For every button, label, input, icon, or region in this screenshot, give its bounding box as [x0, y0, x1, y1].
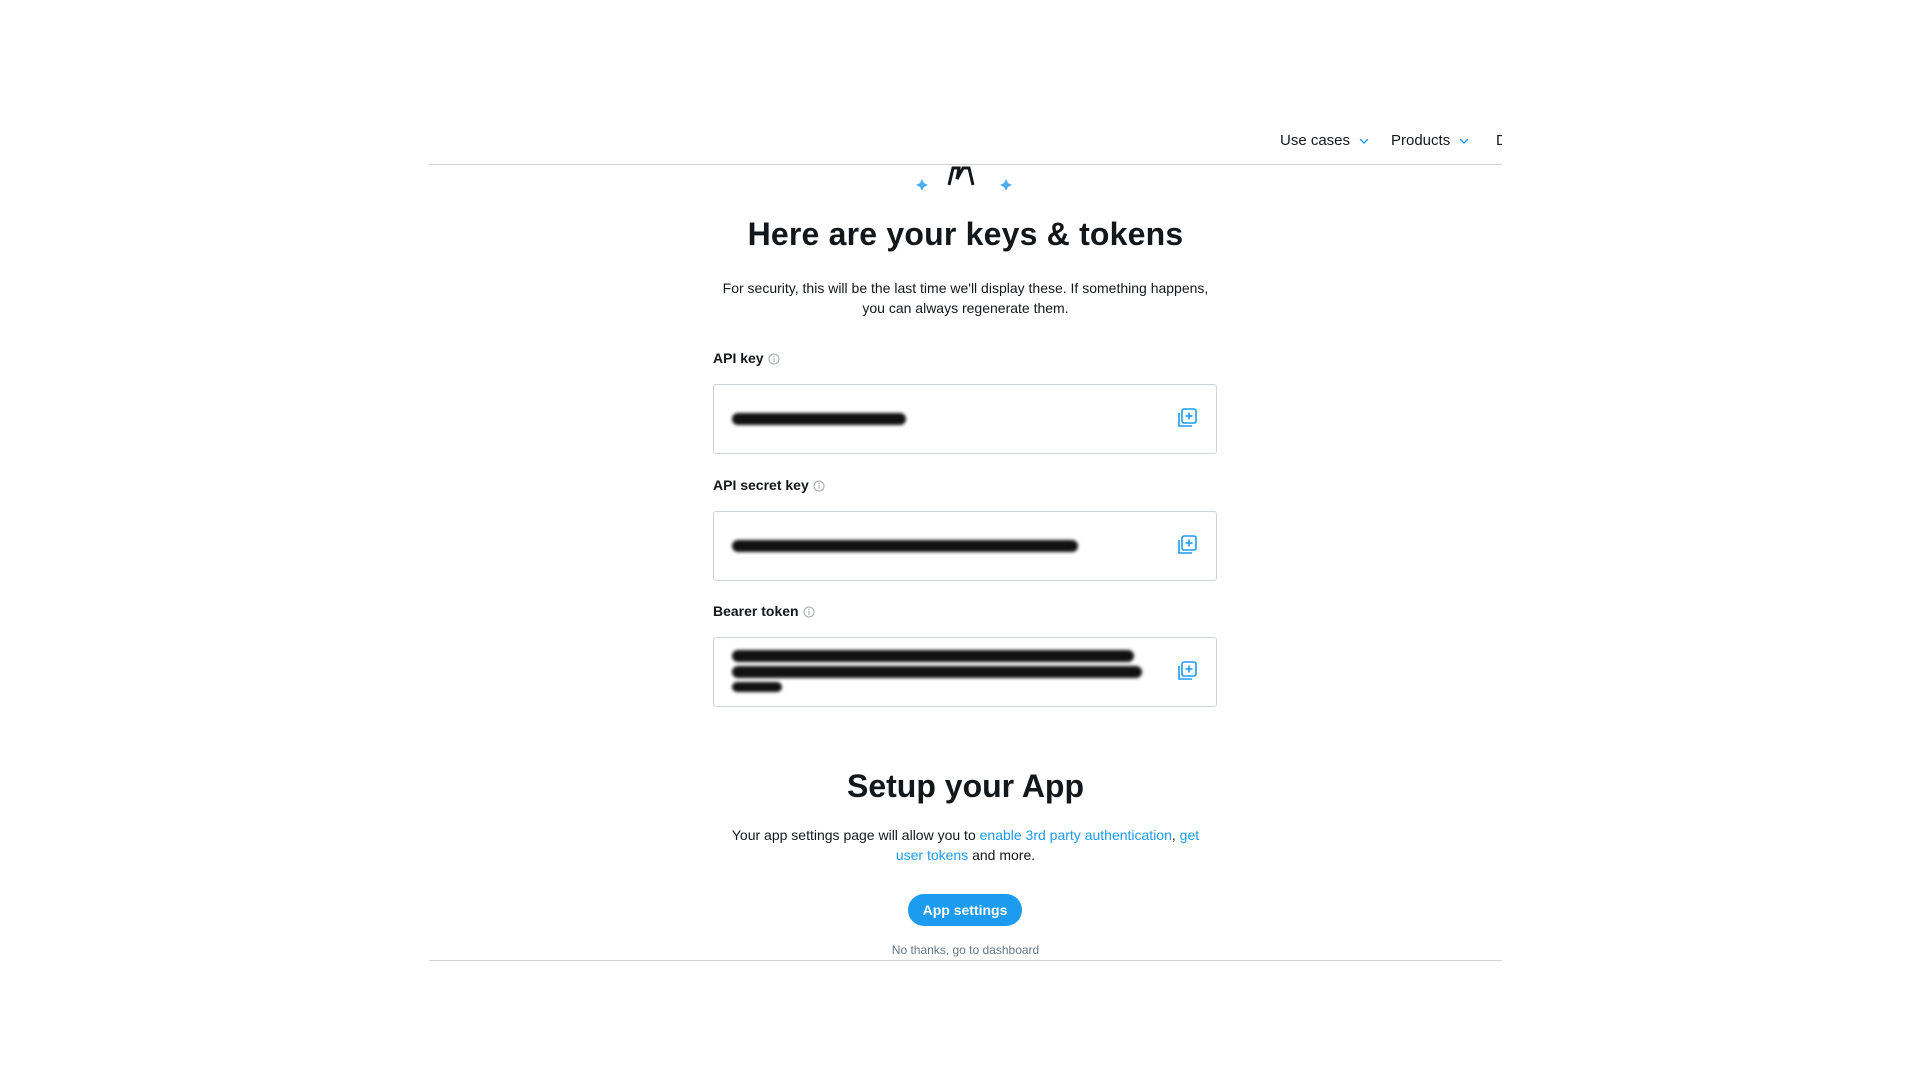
api-secret-key-label-text: API secret key: [713, 477, 809, 493]
sparkle-icon: [916, 179, 928, 190]
get-user-tokens-link-part1[interactable]: get: [1180, 827, 1199, 843]
keys-illustration: [429, 165, 1502, 190]
bearer-token-redaction-line: [732, 682, 782, 692]
nav-docs-label: D: [1496, 131, 1502, 149]
keys-subtitle-line2: you can always regenerate them.: [862, 300, 1069, 316]
info-icon[interactable]: [813, 479, 825, 492]
copy-icon[interactable]: [1176, 407, 1198, 429]
nav-use-cases-label: Use cases: [1280, 131, 1351, 149]
api-secret-key-value: [732, 540, 1078, 552]
setup-text-before: Your app settings page will allow you to: [731, 827, 980, 843]
dashboard-link[interactable]: No thanks, go to dashboard: [429, 943, 1502, 957]
setup-description: Your app settings page will allow you to…: [429, 825, 1502, 865]
keys-subtitle-line1: For security, this will be the last time…: [722, 280, 1209, 296]
key-illustration-icon: [947, 166, 975, 186]
info-icon[interactable]: [768, 352, 780, 365]
app-settings-button[interactable]: App settings: [908, 894, 1022, 926]
top-navigation: Use cases Products D: [429, 128, 1502, 165]
nav-products[interactable]: Products: [1391, 128, 1470, 152]
copy-icon[interactable]: [1176, 534, 1198, 556]
bearer-token-label: Bearer token: [713, 603, 815, 619]
bearer-token-label-text: Bearer token: [713, 603, 799, 619]
setup-separator: ,: [1171, 827, 1180, 843]
setup-description-line2: user tokens and more.: [429, 845, 1502, 865]
nav-docs[interactable]: D: [1496, 128, 1502, 152]
api-key-label-text: API key: [713, 350, 764, 366]
keys-title: Here are your keys & tokens: [747, 216, 1184, 252]
get-user-tokens-link-part2[interactable]: user tokens: [896, 847, 968, 863]
setup-text-after: and more.: [968, 847, 1036, 863]
chevron-down-icon: [1458, 134, 1470, 146]
api-secret-key-label: API secret key: [713, 477, 825, 493]
api-key-field[interactable]: [713, 384, 1217, 454]
bearer-token-field[interactable]: [713, 637, 1217, 707]
nav-products-label: Products: [1391, 131, 1451, 149]
setup-description-line1: Your app settings page will allow you to…: [429, 825, 1502, 845]
chevron-down-icon: [1358, 134, 1370, 146]
api-key-value: [732, 413, 906, 425]
enable-3rd-party-auth-link[interactable]: enable 3rd party authentication: [980, 827, 1172, 843]
sparkle-icon: [1000, 179, 1012, 190]
bearer-token-value: [732, 650, 1134, 662]
nav-use-cases[interactable]: Use cases: [1280, 128, 1370, 152]
api-secret-key-field[interactable]: [713, 511, 1217, 581]
info-icon[interactable]: [803, 605, 815, 618]
bearer-token-redaction-line: [732, 666, 1142, 678]
copy-icon[interactable]: [1176, 660, 1198, 682]
setup-title: Setup your App: [846, 768, 1085, 804]
page-frame: Use cases Products D Here are your keys …: [429, 0, 1502, 1080]
keys-subtitle: For security, this will be the last time…: [429, 278, 1502, 318]
divider: [429, 960, 1502, 961]
api-key-label: API key: [713, 350, 780, 366]
